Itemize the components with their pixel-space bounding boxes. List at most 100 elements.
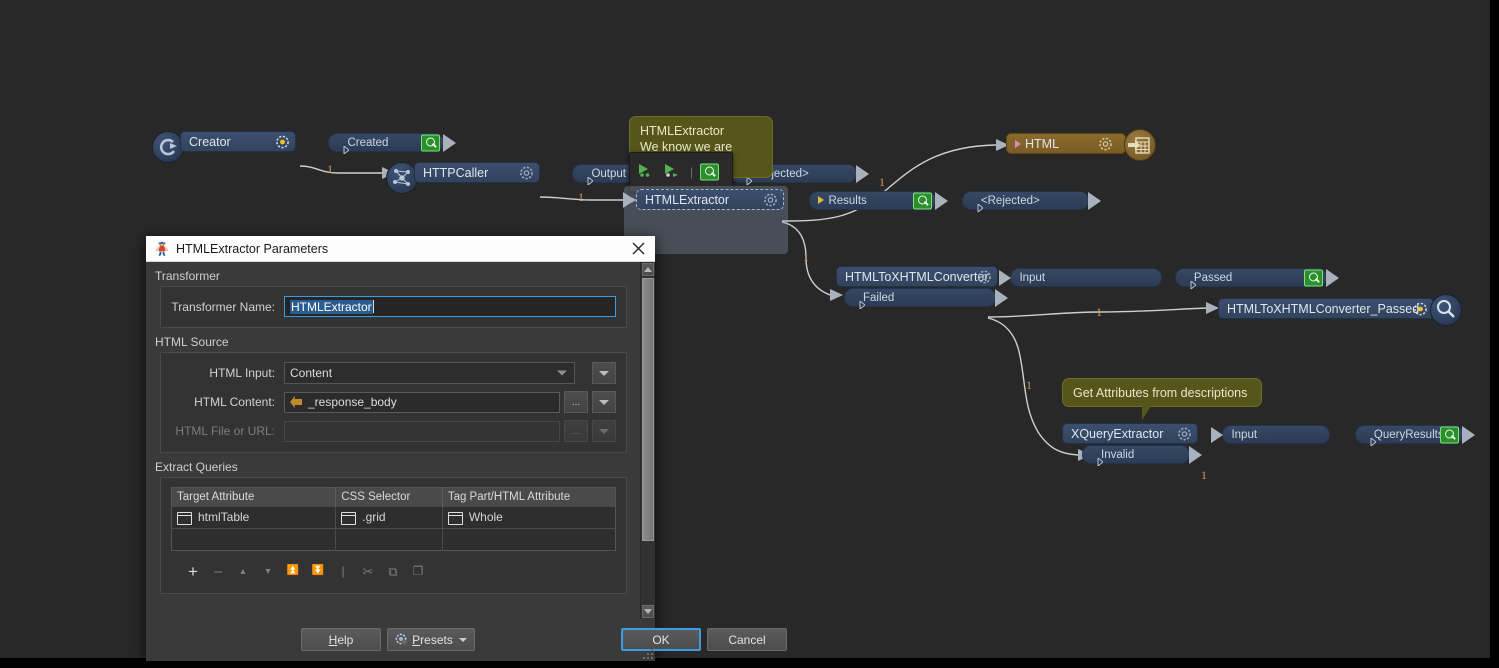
ok-button[interactable]: OK [621,628,701,651]
html-writer-header[interactable]: HTML [1006,133,1126,154]
cell-tag-part[interactable] [442,528,616,551]
node-xqueryextractor[interactable]: XQueryExtractor Input QueryResults Inval… [1062,423,1490,468]
chevron-down-icon [557,370,567,376]
output-connector[interactable] [1087,191,1101,210]
htmlextractor-header[interactable]: HTMLExtractor [623,189,784,210]
output-arrow-icon [1091,450,1104,468]
help-label: Help [328,632,354,647]
gear-icon[interactable] [1098,136,1113,151]
html-input-select[interactable]: Content [284,362,575,384]
html-input-dropdown-button[interactable] [592,362,616,384]
column-header-target-attribute[interactable]: Target Attribute [171,487,337,507]
dialog-scrollbar[interactable] [640,262,655,619]
creator-header[interactable]: Creator [180,131,296,152]
chevron-down-icon [599,370,609,376]
port-passed[interactable]: Passed [1174,268,1339,291]
cancel-label: Cancel [728,632,766,647]
output-connector[interactable] [1189,445,1202,464]
node-htmlextractor[interactable]: HTMLExtractor Results <Rejected> [623,189,1101,214]
input-connector[interactable] [999,269,1012,286]
copy-button[interactable]: ⧉ [385,563,401,579]
breakpoint-before-icon[interactable] [638,163,655,182]
html-content-dropdown-button[interactable] [592,391,616,413]
html-content-browse-button[interactable]: ... [564,391,588,413]
transformer-name-input[interactable]: HTMLExtractor [284,296,616,317]
column-header-css-selector[interactable]: CSS Selector [335,487,443,507]
output-connector[interactable] [1325,268,1339,287]
output-connector[interactable] [855,164,869,183]
table-toolbar[interactable]: + – ▲ ▼ ⏫ ⏬ | ✂ ⧉ ❐ [171,551,616,585]
html-content-input[interactable]: _response_body [284,391,560,413]
node-html-writer[interactable]: HTML [1006,129,1156,161]
connection-count-label: 1 [803,250,809,264]
output-connector[interactable] [443,133,457,152]
cut-button[interactable]: ✂ [360,563,376,579]
inspect-icon[interactable] [700,163,720,181]
port-results[interactable]: Results [809,191,949,210]
gear-icon[interactable] [1413,301,1428,316]
output-connector[interactable] [995,288,1008,307]
connection-count-label: 1 [327,162,333,176]
input-connector[interactable] [1211,426,1224,443]
port-created[interactable]: Created [328,133,457,156]
port-input[interactable]: Input [999,268,1163,287]
connection-count-label: 1 [879,175,885,189]
help-button[interactable]: Help [301,628,381,651]
htmlextractor-parameters-dialog[interactable]: HTMLExtractor Parameters Transformer Tra… [146,236,787,661]
cell-tag-part[interactable]: Whole [442,506,616,529]
output-connector[interactable] [935,191,949,210]
gear-icon[interactable] [519,165,534,180]
html-input-value: Content [290,366,333,380]
port-rejected[interactable]: <Rejected> [961,191,1101,214]
output-connector[interactable] [1461,425,1475,444]
move-down-button[interactable]: ▼ [260,563,276,579]
add-row-button[interactable]: + [185,563,201,580]
column-header-tag-part[interactable]: Tag Part/HTML Attribute [442,487,616,507]
node-httpcaller[interactable]: HTTPCaller Output <Rejected> [386,162,869,194]
presets-button[interactable]: Presets [387,628,475,651]
close-icon[interactable] [621,236,655,261]
node-htmltoxhtmlconverter-passed[interactable]: HTMLToXHTMLConverter_Passed [1218,294,1462,326]
gear-icon[interactable] [1177,426,1192,441]
node-creator[interactable]: Creator Created [152,131,457,163]
port-failed[interactable]: Failed [844,288,1008,311]
scrollbar-thumb[interactable] [642,278,654,541]
dialog-titlebar[interactable]: HTMLExtractor Parameters [146,236,655,262]
table-row[interactable]: htmlTable .grid Whole [171,506,616,529]
port-input[interactable]: Input [1211,425,1331,444]
move-up-button[interactable]: ▲ [235,563,251,579]
toolbar-separator: | [690,165,694,179]
paste-button[interactable]: ❐ [410,563,426,579]
gear-icon[interactable] [275,134,290,149]
extract-queries-table[interactable]: Target Attribute CSS Selector Tag Part/H… [171,487,616,551]
table-row[interactable] [171,528,616,551]
htmltoxhtmlconverter-header[interactable]: HTMLToXHTMLConverter [836,266,998,287]
inspector-header[interactable]: HTMLToXHTMLConverter_Passed [1218,298,1434,319]
cell-target-attribute[interactable]: htmlTable [171,506,337,529]
move-to-top-button[interactable]: ⏫ [285,563,301,579]
remove-row-button[interactable]: – [210,563,226,579]
scroll-up-icon[interactable] [642,263,654,276]
gear-icon[interactable] [763,192,778,207]
inspect-icon[interactable] [1439,426,1459,443]
inspect-icon[interactable] [1303,269,1323,286]
inspect-icon[interactable] [913,192,933,209]
scroll-down-icon[interactable] [642,605,654,618]
gear-icon[interactable] [977,269,992,284]
inspect-icon[interactable] [421,134,441,151]
resize-grip[interactable] [643,649,653,659]
httpcaller-header[interactable]: HTTPCaller [414,162,540,183]
table-header-row: Target Attribute CSS Selector Tag Part/H… [171,487,616,507]
port-queryresults[interactable]: QueryResults [1354,425,1475,448]
cell-css-selector[interactable] [335,528,443,551]
cancel-button[interactable]: Cancel [707,628,787,651]
cell-target-attribute[interactable] [171,528,337,551]
input-connector[interactable] [623,191,635,208]
cell-css-selector[interactable]: .grid [335,506,443,529]
output-arrow-icon [337,138,351,156]
port-invalid[interactable]: Invalid [1082,445,1202,468]
breakpoint-after-icon[interactable] [664,163,681,182]
annotation-xquery[interactable]: Get Attributes from descriptions [1062,378,1262,407]
xqueryextractor-header[interactable]: XQueryExtractor [1062,423,1198,444]
move-to-bottom-button[interactable]: ⏬ [310,563,326,579]
